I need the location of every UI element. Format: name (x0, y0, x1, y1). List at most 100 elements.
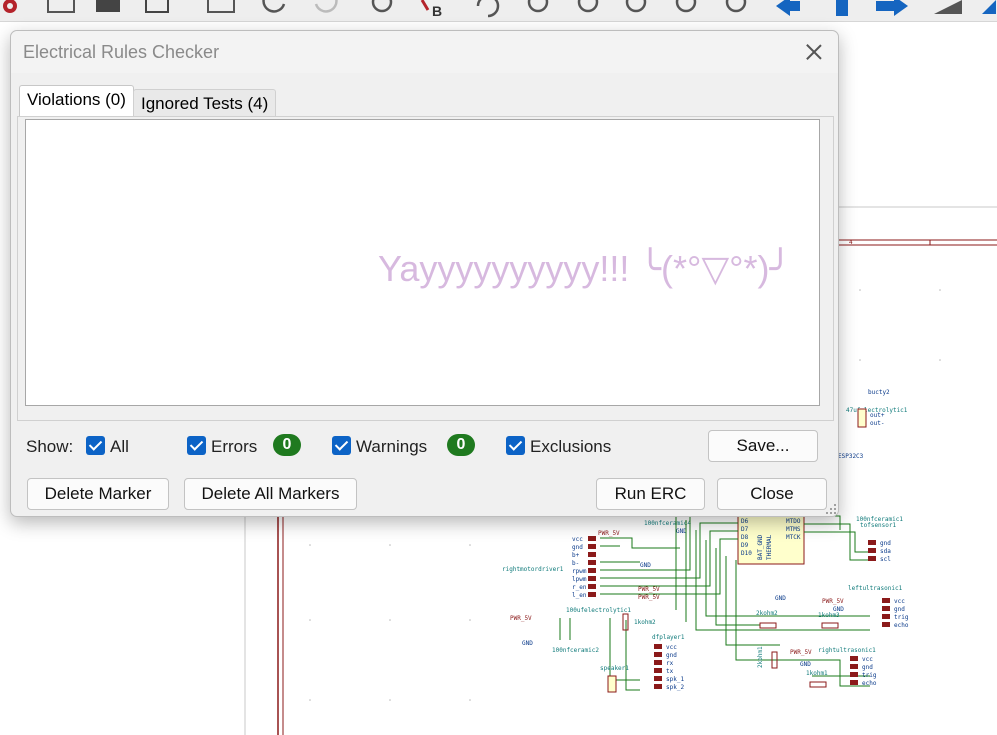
copy-icon[interactable] (145, 0, 169, 13)
violations-list[interactable]: Yayyyyyyyyyy!!! ╰(*°▽°*)╯ (25, 119, 820, 406)
gnd-label-g: GND (800, 661, 811, 668)
df-rx: rx (666, 660, 674, 667)
errors-count-badge: 0 (273, 434, 301, 456)
res-2kohm1: 2kohm1 (757, 646, 764, 668)
md-gnd: gnd (572, 544, 583, 551)
main-toolbar: B (0, 0, 997, 22)
pin-d6: D6 (741, 518, 749, 525)
cap100e-ref: 100ufelectrolytic1 (566, 607, 631, 614)
warnings-label: Warnings (356, 437, 428, 456)
find-replace-icon[interactable]: B (420, 0, 442, 19)
sheet-zone-4: 4 (849, 239, 853, 246)
navigator-icon[interactable] (934, 0, 996, 14)
md-bplus: b+ (572, 552, 580, 559)
md-lpwm: lpwm (572, 576, 587, 583)
dfplayer-ref: dfplayer1 (652, 634, 685, 641)
print-icon[interactable] (47, 0, 75, 13)
rus-vcc: vcc (862, 656, 873, 663)
gear-icon[interactable] (3, 0, 17, 13)
tof-scl: scl (880, 556, 891, 563)
res-1kohm2: 1kohm2 (634, 619, 656, 626)
gnd-label-f: GND (522, 640, 533, 647)
md-vcc: vcc (572, 536, 583, 543)
warnings-checkbox[interactable] (332, 436, 351, 455)
delete-marker-button[interactable]: Delete Marker (27, 478, 169, 510)
speaker-connector[interactable] (607, 675, 617, 693)
close-button[interactable]: Close (717, 478, 827, 510)
md-rpwm: rpwm (572, 568, 587, 575)
tab-violations[interactable]: Violations (0) (19, 85, 134, 117)
tab-ignored-tests[interactable]: Ignored Tests (4) (133, 89, 277, 117)
pwr5v-label-f: PWR_5V (790, 649, 812, 656)
warnings-count-badge: 0 (447, 434, 475, 456)
cap100-2-ref: 100nfceramic2 (552, 647, 599, 654)
df-tx: tx (666, 668, 674, 675)
pin-thermal: THERMAL (766, 534, 773, 560)
pin-mtms: MTMS (786, 526, 801, 533)
rus-gnd: gnd (862, 664, 873, 671)
delete-all-markers-button[interactable]: Delete All Markers (184, 478, 357, 510)
rus-trig: trig (862, 672, 877, 679)
dialog-title: Electrical Rules Checker (23, 42, 220, 62)
pwr5v-label-a: PWR_5V (598, 530, 620, 537)
gnd-label-d: GND (775, 595, 786, 602)
leftultrasonic-ref: leftultrasonic1 (848, 585, 903, 592)
pin-d9: D9 (741, 542, 749, 549)
md-len: l_en (572, 592, 587, 599)
page-icon[interactable] (207, 0, 235, 13)
tof-pins[interactable] (868, 540, 876, 561)
redo-icon[interactable] (314, 0, 338, 13)
df-gnd: gnd (666, 652, 677, 659)
paste-icon[interactable] (96, 0, 120, 12)
svg-text:B: B (432, 3, 442, 19)
rus-pins[interactable] (850, 656, 858, 685)
lus-pins[interactable] (882, 598, 890, 627)
errors-checkbox[interactable] (187, 436, 206, 455)
rightmotordriver-ref: rightmotordriver1 (502, 566, 564, 573)
pwr5v-label-b: PWR_5V (638, 586, 660, 593)
all-checkbox[interactable] (86, 436, 105, 455)
erc-dialog: Electrical Rules Checker Violations (0) … (10, 30, 839, 517)
all-label: All (110, 437, 129, 456)
pwr5v-label-e: PWR_5V (510, 615, 532, 622)
dialog-titlebar[interactable]: Electrical Rules Checker (11, 31, 838, 73)
pin-mtdo: MTDO (786, 518, 801, 525)
buck-connector[interactable] (857, 408, 867, 428)
up-icon[interactable] (836, 0, 848, 16)
zoom-in-icon[interactable] (527, 0, 549, 13)
zoom-objects-icon[interactable] (675, 0, 697, 13)
save-button[interactable]: Save... (708, 430, 818, 462)
lus-echo: echo (894, 622, 909, 629)
close-icon[interactable] (804, 42, 824, 62)
rus-echo: echo (862, 680, 877, 687)
pin-bat-gnd: BAT_GND (757, 534, 764, 560)
zoom-out-icon[interactable] (577, 0, 599, 13)
zoom-fit-icon[interactable] (625, 0, 647, 13)
resistor-1kohm1[interactable] (809, 681, 827, 688)
forward-icon[interactable] (876, 0, 908, 16)
resistor-2kohm2[interactable] (759, 622, 777, 629)
res-2kohm2: 2kohm2 (756, 610, 778, 617)
rightultrasonic-ref: rightultrasonic1 (818, 647, 876, 654)
zoom-selection-icon[interactable] (725, 0, 747, 13)
motor-driver-pins[interactable] (588, 536, 596, 597)
pwr5v-label-c: PWR_5V (638, 594, 660, 601)
refresh-icon[interactable] (476, 0, 500, 18)
undo-icon[interactable] (262, 0, 286, 13)
gnd-label-b: GND (640, 562, 651, 569)
df-spk2: spk_2 (666, 684, 684, 691)
cap100-4-ref: 100nfceramic4 (644, 520, 691, 527)
res-1kohm1: 1kohm1 (806, 670, 828, 677)
md-bminus: b- (572, 560, 579, 567)
resize-grip[interactable] (826, 504, 836, 514)
run-erc-button[interactable]: Run ERC (596, 478, 705, 510)
find-icon[interactable] (371, 0, 393, 13)
lus-vcc: vcc (894, 598, 905, 605)
speaker-ref: speaker1 (600, 665, 629, 672)
dfplayer-pins[interactable] (654, 644, 662, 689)
back-icon[interactable] (776, 0, 800, 16)
exclusions-checkbox[interactable] (506, 436, 525, 455)
tof-gnd: gnd (880, 540, 891, 547)
resistor-1kohm3[interactable] (821, 622, 839, 629)
md-ren: r_en (572, 584, 587, 591)
